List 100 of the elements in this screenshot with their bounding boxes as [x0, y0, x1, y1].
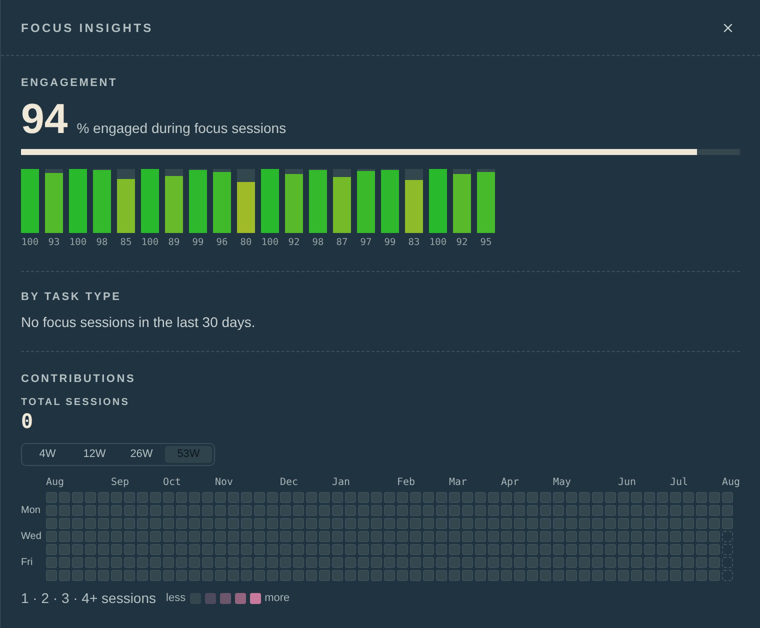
day-cell	[176, 505, 187, 516]
day-cell	[657, 570, 668, 581]
day-cell	[683, 531, 694, 542]
day-cell	[280, 492, 291, 503]
day-cell	[657, 557, 668, 568]
day-cell	[397, 557, 408, 568]
day-cell	[410, 505, 421, 516]
day-cell	[345, 492, 356, 503]
day-cell	[384, 557, 395, 568]
day-cell	[501, 570, 512, 581]
day-cell	[189, 544, 200, 555]
day-cell	[137, 518, 148, 529]
bar-value-label: 92	[456, 237, 468, 248]
day-cell	[709, 505, 720, 516]
day-cell	[293, 544, 304, 555]
day-cell	[566, 505, 577, 516]
range-tab[interactable]: 12W	[71, 446, 118, 463]
day-cell	[631, 492, 642, 503]
placeholder-cell	[722, 570, 733, 581]
day-cell	[501, 544, 512, 555]
day-cell	[553, 544, 564, 555]
day-cell	[358, 492, 369, 503]
day-cell	[254, 557, 265, 568]
day-cell	[631, 557, 642, 568]
day-cell	[644, 492, 655, 503]
day-cell	[566, 492, 577, 503]
day-cell	[644, 531, 655, 542]
day-cell	[358, 505, 369, 516]
day-cell	[423, 505, 434, 516]
day-cell	[696, 570, 707, 581]
day-cell	[202, 570, 213, 581]
day-cell	[85, 492, 96, 503]
range-tab[interactable]: 4W	[24, 446, 71, 463]
day-cell	[59, 505, 70, 516]
day-cell	[592, 505, 603, 516]
day-cell	[228, 570, 239, 581]
day-cell	[514, 557, 525, 568]
day-cell	[85, 570, 96, 581]
day-cell	[202, 492, 213, 503]
day-cell	[72, 505, 83, 516]
day-cell	[111, 531, 122, 542]
bar-value-label: 98	[312, 237, 324, 248]
day-cell	[644, 557, 655, 568]
day-cell	[176, 570, 187, 581]
month-label: Oct	[163, 477, 182, 489]
day-cell	[267, 492, 278, 503]
day-cell	[683, 544, 694, 555]
day-cell	[670, 557, 681, 568]
day-cell	[332, 557, 343, 568]
day-cell	[215, 531, 226, 542]
section-heading: BY TASK TYPE	[21, 291, 122, 303]
day-cell	[293, 505, 304, 516]
day-cell	[475, 570, 486, 581]
day-cell	[124, 544, 135, 555]
month-label: May	[553, 477, 572, 489]
bar-value-label: 80	[240, 237, 252, 248]
day-cell	[176, 557, 187, 568]
day-cell	[670, 518, 681, 529]
day-cell	[384, 544, 395, 555]
engagement-value: 94	[21, 98, 68, 140]
placeholder-cell	[722, 557, 733, 568]
day-cell	[696, 505, 707, 516]
day-cell	[46, 531, 57, 542]
day-cell	[267, 570, 278, 581]
day-cell	[371, 557, 382, 568]
day-cell	[566, 557, 577, 568]
day-cell	[371, 492, 382, 503]
day-cell	[254, 570, 265, 581]
day-cell	[163, 570, 174, 581]
day-cell	[228, 505, 239, 516]
day-cell	[683, 557, 694, 568]
day-cell	[319, 557, 330, 568]
day-cell	[709, 492, 720, 503]
day-cell	[332, 531, 343, 542]
day-cell	[228, 531, 239, 542]
day-cell	[436, 492, 447, 503]
day-cell	[215, 492, 226, 503]
day-cell	[215, 557, 226, 568]
bar-value-label: 100	[429, 237, 447, 248]
day-cell	[592, 544, 603, 555]
day-cell	[306, 557, 317, 568]
day-cell	[137, 492, 148, 503]
day-cell	[371, 518, 382, 529]
day-cell	[514, 518, 525, 529]
weekday-label: Wed	[21, 531, 42, 542]
day-cell	[436, 570, 447, 581]
range-tab[interactable]: 26W	[118, 446, 165, 463]
day-cell	[189, 518, 200, 529]
day-cell	[488, 505, 499, 516]
month-label: Apr	[501, 477, 520, 489]
bar-value-label: 85	[120, 237, 132, 248]
section-heading: CONTRIBUTIONS	[21, 373, 136, 385]
day-cell	[631, 570, 642, 581]
day-cell	[358, 570, 369, 581]
day-cell	[553, 505, 564, 516]
day-cell	[228, 492, 239, 503]
day-cell	[241, 492, 252, 503]
day-cell	[553, 518, 564, 529]
day-cell	[345, 557, 356, 568]
day-cell	[254, 492, 265, 503]
